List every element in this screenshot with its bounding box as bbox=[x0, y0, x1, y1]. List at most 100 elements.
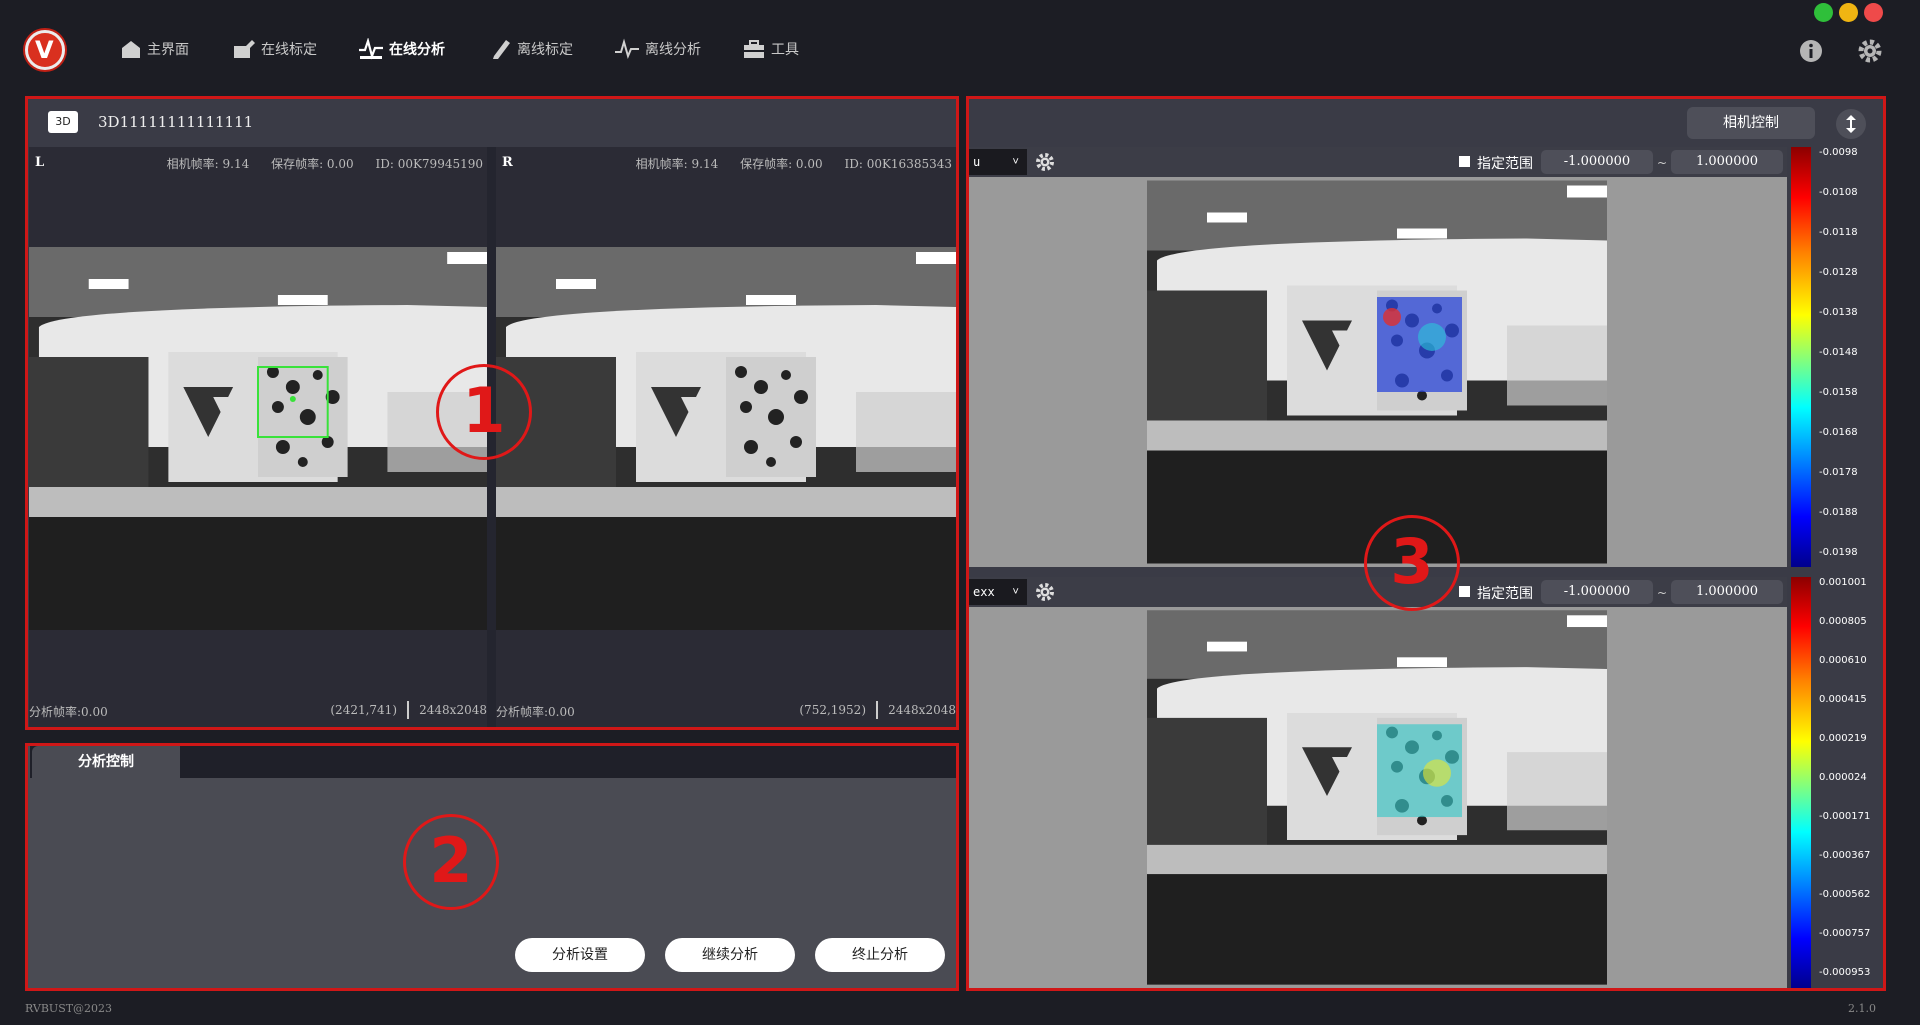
left-resolution: 2448x2048 bbox=[419, 703, 487, 717]
annotation-marker-2: 2 bbox=[403, 814, 499, 910]
right-camera-save-rate: 保存帧率: 0.00 bbox=[740, 157, 823, 171]
right-camera-info: R 相机帧率: 9.14 保存帧率: 0.00 ID: 00K16385343 bbox=[496, 147, 956, 179]
left-camera-info: L 相机帧率: 9.14 保存帧率: 0.00 ID: 00K79945190 bbox=[29, 147, 487, 179]
exx-colorbar-tick: -0.000171 bbox=[1819, 811, 1871, 822]
u-colorbar-tick: -0.0178 bbox=[1819, 467, 1858, 478]
right-analysis-rate: 分析帧率:0.00 bbox=[496, 705, 575, 719]
nav-offline-analysis-label: 离线分析 bbox=[645, 42, 701, 58]
annotation-marker-3: 3 bbox=[1364, 515, 1460, 611]
result-panel-header: 相机控制 bbox=[969, 99, 1883, 147]
nav-tools[interactable]: 工具 bbox=[742, 36, 799, 62]
nav-home-label: 主界面 bbox=[147, 42, 189, 58]
u-colorbar-gradient bbox=[1791, 147, 1811, 567]
right-camera-image bbox=[496, 247, 956, 630]
stereo-camera-panel: 3D 3D11111111111111 L 相机帧率: 9.14 保存帧率: 0… bbox=[25, 96, 959, 730]
left-analysis-rate: 分析帧率:0.00 bbox=[29, 705, 108, 719]
window-minimize-button[interactable] bbox=[1839, 3, 1858, 22]
nav-online-analysis[interactable]: 在线分析 bbox=[358, 36, 445, 62]
u-colorbar-tick: -0.0198 bbox=[1819, 547, 1858, 558]
sync-button[interactable] bbox=[1836, 109, 1866, 139]
window-maximize-button[interactable] bbox=[1814, 3, 1833, 22]
left-camera-image bbox=[29, 247, 487, 630]
pulse-icon bbox=[359, 38, 383, 60]
nav-offline-calibration[interactable]: 离线标定 bbox=[490, 36, 573, 62]
range-max-input[interactable]: 1.000000 bbox=[1671, 580, 1783, 604]
exx-colorbar-tick: 0.000610 bbox=[1819, 655, 1867, 666]
range-label: 指定范围 bbox=[1477, 586, 1533, 602]
analysis-tab-strip: 分析控制 bbox=[30, 746, 956, 778]
analysis-settings-button[interactable]: 分析设置 bbox=[515, 938, 645, 972]
nav-online-analysis-label: 在线分析 bbox=[389, 42, 445, 58]
u-colorbar-tick: -0.0158 bbox=[1819, 387, 1858, 398]
range-checkbox[interactable] bbox=[1459, 156, 1470, 167]
tab-analysis-control[interactable]: 分析控制 bbox=[32, 746, 180, 778]
range-checkbox[interactable] bbox=[1459, 586, 1470, 597]
analysis-control-panel: 分析控制 2 分析设置 继续分析 终止分析 bbox=[25, 743, 959, 991]
exx-colorbar-tick: -0.000953 bbox=[1819, 967, 1871, 978]
settings-gear-icon[interactable] bbox=[1857, 38, 1883, 64]
exx-colorbar-gradient bbox=[1791, 577, 1811, 988]
u-view-toolbar: u ˅ 指定范围 -1.000000 ~ 1.000000 bbox=[969, 147, 1787, 177]
exx-colorbar-tick: 0.001001 bbox=[1819, 577, 1867, 588]
edit-icon bbox=[234, 40, 255, 58]
window-close-button[interactable] bbox=[1864, 3, 1883, 22]
nav-tools-label: 工具 bbox=[771, 42, 799, 58]
exx-colorbar-tick: -0.000562 bbox=[1819, 889, 1871, 900]
right-camera-view[interactable]: R 相机帧率: 9.14 保存帧率: 0.00 ID: 00K16385343 … bbox=[496, 147, 956, 727]
right-cursor-coord: (752,1952) bbox=[799, 703, 866, 717]
right-camera-id: ID: 00K16385343 bbox=[844, 157, 952, 171]
u-field-image bbox=[1147, 180, 1607, 564]
device-name: 3D11111111111111 bbox=[98, 113, 254, 131]
nav-home[interactable]: 主界面 bbox=[120, 36, 189, 62]
left-cursor-coord: (2421,741) bbox=[330, 703, 397, 717]
range-min-input[interactable]: -1.000000 bbox=[1541, 150, 1653, 174]
u-colorbar-tick: -0.0148 bbox=[1819, 347, 1858, 358]
left-camera-id: ID: 00K79945190 bbox=[375, 157, 483, 171]
field-select-u[interactable]: u ˅ bbox=[969, 149, 1027, 175]
exx-field-view[interactable]: exx ˅ 指定范围 -1.000000 ~ 1.000000 bbox=[969, 577, 1787, 988]
u-colorbar-tick: -0.0138 bbox=[1819, 307, 1858, 318]
exx-colorbar-tick: -0.000757 bbox=[1819, 928, 1871, 939]
continue-analysis-button[interactable]: 继续分析 bbox=[665, 938, 795, 972]
field-select-exx[interactable]: exx ˅ bbox=[969, 579, 1027, 605]
range-min-input[interactable]: -1.000000 bbox=[1541, 580, 1653, 604]
field-select-value: exx bbox=[973, 585, 995, 599]
annotation-marker-1: 1 bbox=[436, 364, 532, 460]
sync-icon bbox=[1846, 115, 1856, 133]
left-camera-save-rate: 保存帧率: 0.00 bbox=[271, 157, 354, 171]
nav-offline-calibration-label: 离线标定 bbox=[517, 42, 573, 58]
u-colorbar-tick: -0.0128 bbox=[1819, 267, 1858, 278]
right-resolution: 2448x2048 bbox=[888, 703, 956, 717]
view-settings-gear-icon[interactable] bbox=[1035, 152, 1055, 172]
u-colorbar-tick: -0.0118 bbox=[1819, 227, 1858, 238]
exx-colorbar: 0.001001 0.000805 0.000610 0.000415 0.00… bbox=[1787, 577, 1883, 988]
left-camera-label: L bbox=[35, 155, 45, 170]
stop-analysis-button[interactable]: 终止分析 bbox=[815, 938, 945, 972]
camera-control-button[interactable]: 相机控制 bbox=[1687, 107, 1815, 139]
right-camera-label: R bbox=[502, 155, 513, 170]
u-field-view[interactable]: u ˅ 指定范围 -1.000000 ~ 1.000000 bbox=[969, 147, 1787, 567]
nav-online-calibration[interactable]: 在线标定 bbox=[232, 36, 317, 62]
exx-colorbar-tick: 0.000805 bbox=[1819, 616, 1867, 627]
left-camera-view[interactable]: L 相机帧率: 9.14 保存帧率: 0.00 ID: 00K79945190 … bbox=[29, 147, 487, 727]
u-colorbar: -0.0098 -0.0108 -0.0118 -0.0128 -0.0138 … bbox=[1787, 147, 1883, 567]
right-camera-fps: 相机帧率: 9.14 bbox=[635, 157, 719, 171]
view-settings-gear-icon[interactable] bbox=[1035, 582, 1055, 602]
info-icon[interactable] bbox=[1798, 38, 1824, 64]
exx-colorbar-tick: 0.000024 bbox=[1819, 772, 1867, 783]
3d-badge: 3D bbox=[48, 111, 78, 133]
chevron-down-icon: ˅ bbox=[1012, 155, 1019, 168]
nav-offline-analysis[interactable]: 离线分析 bbox=[614, 36, 701, 62]
app-logo: V bbox=[25, 30, 65, 70]
version-text: 2.1.0 bbox=[1848, 1002, 1876, 1015]
u-colorbar-tick: -0.0108 bbox=[1819, 187, 1858, 198]
top-bar: V 主界面 在线标定 在线分析 离线标定 离线分析 工具 bbox=[0, 0, 1920, 98]
camera-panel-header: 3D 3D11111111111111 bbox=[28, 99, 956, 147]
left-camera-status: 分析帧率:0.00 (2421,741) 2448x2048 bbox=[29, 693, 487, 727]
result-display-panel: 相机控制 u ˅ 指定范围 -1.000000 ~ 1.000000 -0.009… bbox=[966, 96, 1886, 991]
exx-colorbar-tick: 0.000219 bbox=[1819, 733, 1867, 744]
range-tilde: ~ bbox=[1657, 156, 1668, 170]
nav-online-calibration-label: 在线标定 bbox=[261, 42, 317, 58]
chevron-down-icon: ˅ bbox=[1012, 585, 1019, 598]
range-max-input[interactable]: 1.000000 bbox=[1671, 150, 1783, 174]
